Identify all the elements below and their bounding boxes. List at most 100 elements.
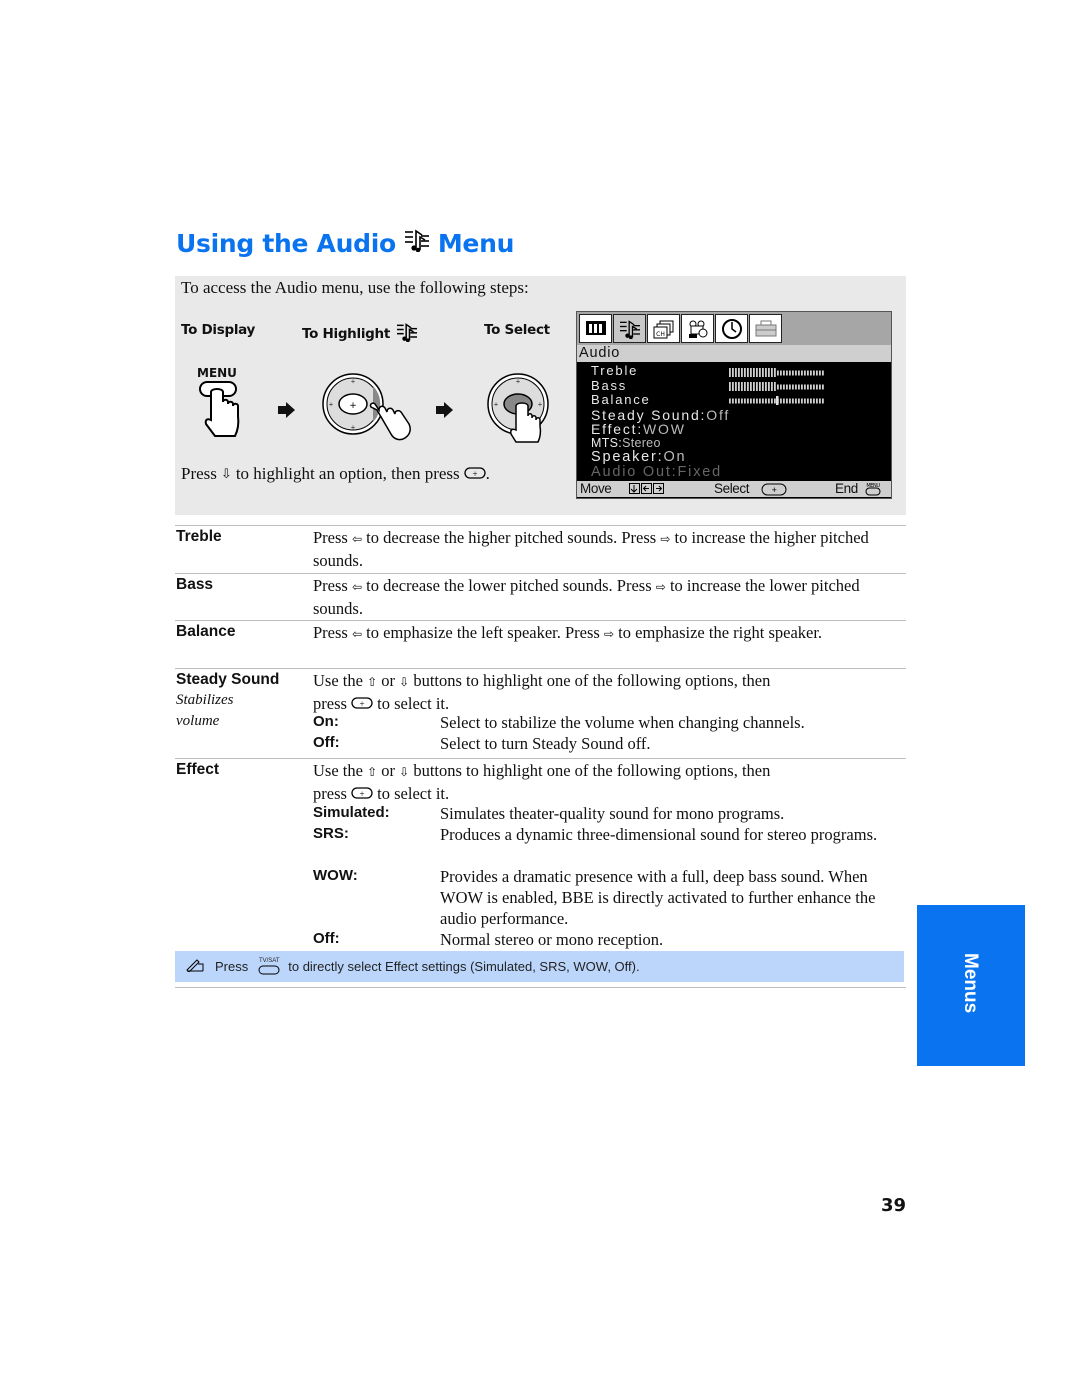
level-segment bbox=[753, 382, 755, 391]
arrow-right-icon: ⇨ bbox=[655, 580, 666, 594]
level-segment bbox=[777, 384, 779, 390]
level-segment bbox=[774, 398, 776, 404]
svg-text:+: + bbox=[772, 485, 777, 495]
osd-row-effect: Effect:WOW bbox=[591, 421, 686, 437]
level-segment bbox=[729, 368, 731, 377]
step-label-display: To Display bbox=[181, 322, 256, 338]
level-segment bbox=[813, 384, 815, 390]
joystick-highlight-illustration: + + + + bbox=[322, 373, 411, 441]
desc-bass: Press ⇦ to decrease the lower pitched so… bbox=[313, 576, 860, 618]
level-segment bbox=[795, 384, 797, 390]
level-segment bbox=[774, 368, 776, 377]
press-middle: to highlight an option, then press bbox=[235, 464, 460, 483]
audio-notes-icon bbox=[396, 322, 418, 346]
level-segment bbox=[765, 398, 767, 404]
level-segment bbox=[741, 398, 743, 404]
divider bbox=[175, 987, 906, 988]
press-instruction: Press ⇩ to highlight an option, then pre… bbox=[181, 464, 490, 484]
level-segment bbox=[819, 384, 821, 390]
option-term: On: bbox=[313, 713, 339, 730]
level-segment bbox=[792, 384, 794, 390]
option-desc: Select to turn Steady Sound off. bbox=[440, 734, 651, 753]
steady-sound-subtitle-1: Stabilizes bbox=[176, 692, 234, 708]
joystick-select-illustration: + + + bbox=[487, 373, 549, 443]
arrow-down-icon: ⇩ bbox=[399, 765, 410, 779]
level-segment bbox=[744, 368, 746, 377]
level-segment bbox=[780, 370, 782, 376]
divider bbox=[175, 668, 906, 669]
desc-steady-sound: Use the ⇧ or ⇩ buttons to highlight one … bbox=[313, 671, 771, 713]
video-icon bbox=[579, 314, 612, 343]
divider bbox=[175, 573, 906, 574]
level-segment bbox=[813, 398, 815, 404]
svg-text:CH: CH bbox=[656, 331, 665, 338]
svg-text:+: + bbox=[329, 400, 334, 409]
level-segment bbox=[753, 368, 755, 377]
level-segment bbox=[792, 370, 794, 376]
balance-level-bar bbox=[729, 396, 824, 405]
level-segment bbox=[765, 368, 767, 377]
level-segment bbox=[759, 398, 761, 404]
select-button-icon: + bbox=[761, 483, 787, 498]
menu-button-press-illustration bbox=[199, 381, 240, 437]
level-segment bbox=[759, 382, 761, 391]
desc-balance: Press ⇦ to emphasize the left speaker. P… bbox=[313, 623, 823, 642]
term-steady-sound: Steady Sound bbox=[176, 671, 280, 688]
level-segment bbox=[780, 384, 782, 390]
divider bbox=[175, 620, 906, 621]
level-segment bbox=[783, 370, 785, 376]
level-segment bbox=[819, 398, 821, 404]
arrow-right-icon: ⇨ bbox=[603, 627, 615, 641]
setup-icon bbox=[749, 314, 782, 343]
arrow-down-icon: ⇩ bbox=[220, 466, 232, 482]
treble-level-bar bbox=[729, 368, 824, 377]
level-segment bbox=[744, 382, 746, 391]
level-segment bbox=[810, 370, 812, 376]
level-segment bbox=[738, 398, 740, 404]
level-segment bbox=[777, 370, 779, 376]
osd-tab-bar: CH bbox=[577, 312, 891, 345]
level-segment bbox=[735, 368, 737, 377]
select-button-icon: + bbox=[463, 464, 486, 484]
tv-sat-button-icon: TV/SAT bbox=[258, 958, 280, 975]
arrow-right-icon bbox=[436, 402, 453, 418]
level-segment bbox=[771, 368, 773, 377]
arrow-left-icon: ⇦ bbox=[351, 580, 363, 594]
channel-icon: CH bbox=[647, 314, 680, 343]
step-label-highlight: To Highlight bbox=[302, 322, 418, 346]
level-segment bbox=[771, 382, 773, 391]
arrow-down-icon: ⇩ bbox=[399, 675, 410, 689]
osd-row-treble: Treble bbox=[591, 363, 639, 378]
option-desc: Provides a dramatic presence with a full… bbox=[440, 867, 876, 929]
osd-select-label: Select bbox=[714, 481, 750, 496]
svg-text:+: + bbox=[360, 699, 365, 709]
title-suffix: Menu bbox=[437, 228, 515, 258]
level-segment bbox=[762, 382, 764, 391]
level-segment bbox=[801, 398, 803, 404]
arrow-up-icon: ⇧ bbox=[367, 765, 378, 779]
select-button-icon: + bbox=[351, 694, 373, 713]
level-segment bbox=[747, 368, 749, 377]
level-segment bbox=[819, 370, 821, 376]
divider bbox=[175, 525, 906, 526]
section-tab-menus[interactable]: Menus bbox=[917, 905, 1025, 1066]
level-segment bbox=[732, 398, 734, 404]
level-segment bbox=[729, 382, 731, 391]
steps-intro: To access the Audio menu, use the follow… bbox=[181, 278, 529, 297]
level-segment bbox=[789, 370, 791, 376]
step-label-highlight-text: To Highlight bbox=[302, 326, 390, 342]
level-segment bbox=[750, 368, 752, 377]
option-term: Off: bbox=[313, 734, 340, 751]
level-segment bbox=[795, 370, 797, 376]
level-segment bbox=[786, 398, 788, 404]
level-segment bbox=[804, 384, 806, 390]
tip-prefix: Press bbox=[215, 959, 249, 974]
level-segment bbox=[753, 398, 755, 404]
osd-header: Audio bbox=[577, 345, 891, 362]
level-segment bbox=[756, 368, 758, 377]
level-segment bbox=[756, 382, 758, 391]
level-segment bbox=[744, 398, 746, 404]
option-term: SRS: bbox=[313, 825, 349, 842]
level-segment bbox=[750, 382, 752, 391]
arrow-left-icon: ⇦ bbox=[351, 532, 363, 546]
